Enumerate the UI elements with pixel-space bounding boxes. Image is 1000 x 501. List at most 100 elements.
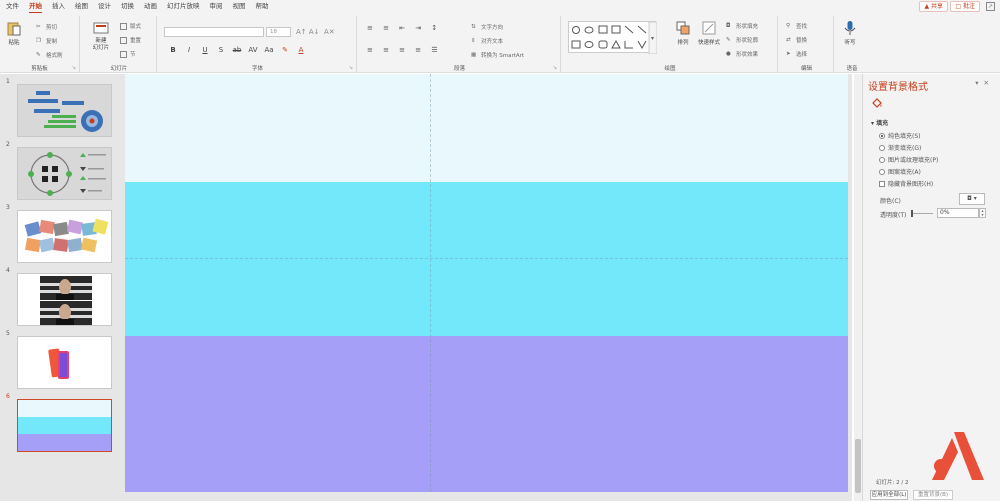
replace-button[interactable]: ⇄ 替换 [786, 36, 807, 45]
tab-insert[interactable]: 插入 [52, 0, 65, 13]
dictate-button[interactable]: 听写 [842, 20, 858, 46]
slide-3-preview [24, 218, 109, 253]
editing-group: ⚲ 查找 ⇄ 替换 ➤ 选择 编辑 [780, 16, 834, 72]
smartart-label: 转换为 SmartArt [481, 53, 525, 59]
scissors-icon: ✂ [36, 23, 41, 30]
close-icon[interactable]: ✕ [984, 79, 994, 87]
radio[interactable] [879, 168, 885, 175]
font-launcher-icon[interactable]: ↘ [349, 65, 353, 71]
highlight-icon[interactable]: ✎ [277, 46, 293, 54]
format-painter-button[interactable]: ✎ 格式刷 [36, 51, 63, 60]
thumbnail-number: 4 [6, 267, 10, 274]
change-case-button[interactable]: Aa [261, 46, 277, 54]
radio[interactable] [879, 144, 885, 151]
new-slide-button[interactable]: 新建 幻灯片 [88, 20, 114, 52]
slide-band-light[interactable] [125, 74, 848, 182]
dropdown-icon[interactable]: ▾ [975, 79, 983, 87]
solid-fill-option[interactable]: 纯色填充(S) [879, 131, 921, 140]
bold-button[interactable]: B [165, 46, 181, 54]
tab-view[interactable]: 视图 [233, 0, 246, 13]
transparency-slider-handle[interactable] [911, 210, 913, 217]
quick-styles-button[interactable]: 快速样式 [698, 20, 720, 46]
current-slide[interactable] [125, 74, 848, 492]
thumbnail-slide-6[interactable]: 6 [0, 391, 118, 452]
shape-fill-button[interactable]: ◘ 形状填充 [726, 22, 758, 31]
copy-button[interactable]: ❐ 复制 [36, 37, 58, 46]
font-color-button[interactable]: A [293, 46, 309, 54]
font-size-input[interactable]: 18 [266, 27, 291, 37]
tab-slideshow[interactable]: 幻灯片放映 [167, 0, 200, 13]
thumbnail-slide-2[interactable]: 2 [0, 139, 118, 200]
thumbnail-number: 6 [6, 393, 10, 400]
shadow-button[interactable]: S [213, 46, 229, 54]
horizontal-guide[interactable] [125, 258, 848, 259]
section-button[interactable]: 节 [120, 50, 136, 58]
vertical-scrollbar[interactable] [854, 74, 862, 501]
tab-draw[interactable]: 绘图 [75, 0, 88, 13]
tab-transitions[interactable]: 切换 [121, 0, 134, 13]
watermark-logo [932, 432, 984, 480]
checkbox[interactable] [879, 180, 885, 187]
thumbnail-slide-5[interactable]: 5 [0, 328, 118, 389]
transparency-spinner[interactable]: ▴ ▾ [979, 208, 986, 218]
pattern-fill-option[interactable]: 图案填充(A) [879, 167, 921, 176]
pane-controls[interactable]: ▾✕ [975, 79, 994, 87]
fill-section-header[interactable]: ▾ 填充 [871, 118, 888, 127]
thumbnail-slide-3[interactable]: 3 [0, 202, 118, 263]
align-text-button[interactable]: ⇕ 对齐文本 [471, 37, 503, 46]
select-button[interactable]: ➤ 选择 [786, 50, 807, 59]
arrange-button[interactable]: 排列 [675, 20, 691, 46]
transparency-slider[interactable] [911, 213, 933, 214]
copy-label: 复制 [46, 39, 58, 45]
thumbnail-slide-4[interactable]: 4 [0, 265, 118, 326]
list-buttons[interactable]: ≡ ≡ ⇤ ⇥ ↕ [367, 24, 441, 32]
text-direction-button[interactable]: ⇅ 文字方向 [471, 23, 503, 32]
slide-band-cyan[interactable] [125, 182, 848, 336]
reset-button[interactable]: 重置 [120, 36, 141, 44]
find-button[interactable]: ⚲ 查找 [786, 22, 807, 31]
menu-bar: 文件 开始 插入 绘图 设计 切换 动画 幻灯片放映 审阅 视图 帮助 [0, 0, 1000, 13]
underline-button[interactable]: U [197, 46, 213, 54]
tab-home[interactable]: 开始 [29, 1, 42, 13]
radio[interactable] [879, 156, 885, 163]
cut-button[interactable]: ✂ 剪切 [36, 23, 57, 32]
font-name-input[interactable] [164, 27, 264, 37]
align-buttons[interactable]: ≡ ≡ ≡ ≡ ☰ [367, 46, 442, 54]
smartart-button[interactable]: ▦ 转换为 SmartArt [471, 51, 525, 60]
tab-help[interactable]: 帮助 [256, 0, 269, 13]
shapes-gallery[interactable]: ▾ [568, 21, 658, 55]
reset-background-button[interactable]: 重置背景(B) [913, 490, 953, 500]
shape-outline-button[interactable]: ✎ 形状轮廓 [726, 36, 758, 45]
slide-counter: 幻灯片: 2 / 2 [876, 480, 909, 486]
scrollbar-thumb[interactable] [855, 439, 861, 493]
tab-file[interactable]: 文件 [6, 0, 19, 13]
font-size-buttons[interactable]: A↑ A↓ A✕ [296, 28, 335, 36]
section-label: 节 [130, 52, 136, 58]
strikethrough-button[interactable]: ab [229, 46, 245, 54]
tab-review[interactable]: 审阅 [210, 0, 223, 13]
italic-button[interactable]: I [181, 46, 197, 54]
hide-bg-graphics-option[interactable]: 隐藏背景图形(H) [879, 179, 933, 188]
tab-design[interactable]: 设计 [98, 0, 111, 13]
thumbnail-slide-1[interactable]: 1 [0, 76, 118, 137]
reset-label: 重置 [130, 38, 142, 44]
paste-button[interactable]: 粘贴 [6, 20, 22, 46]
transparency-input[interactable]: 0% [937, 208, 979, 218]
char-spacing-button[interactable]: AV [245, 46, 261, 54]
picture-fill-option[interactable]: 图片或纹理填充(P) [879, 155, 938, 164]
share-button[interactable]: ▲ 共享 [919, 1, 948, 12]
color-picker-button[interactable]: ◘ ▾ [959, 193, 985, 205]
shape-effects-button[interactable]: ● 形状效果 [726, 50, 758, 59]
gradient-fill-option[interactable]: 渐变填充(G) [879, 143, 921, 152]
clipboard-launcher-icon[interactable]: ↘ [72, 65, 76, 71]
apply-to-all-button[interactable]: 应用到全部(L) [870, 490, 908, 500]
ribbon-display-icon[interactable]: ↗ [986, 2, 995, 11]
comments-button[interactable]: □ 批注 [950, 1, 980, 12]
radio-selected[interactable] [879, 132, 885, 139]
paint-bucket-icon[interactable] [871, 97, 883, 109]
paragraph-launcher-icon[interactable]: ↘ [553, 65, 557, 71]
vertical-guide[interactable] [430, 74, 431, 492]
slide-band-purple[interactable] [125, 336, 848, 492]
tab-animations[interactable]: 动画 [144, 0, 157, 13]
layout-button[interactable]: 版式 [120, 22, 141, 30]
